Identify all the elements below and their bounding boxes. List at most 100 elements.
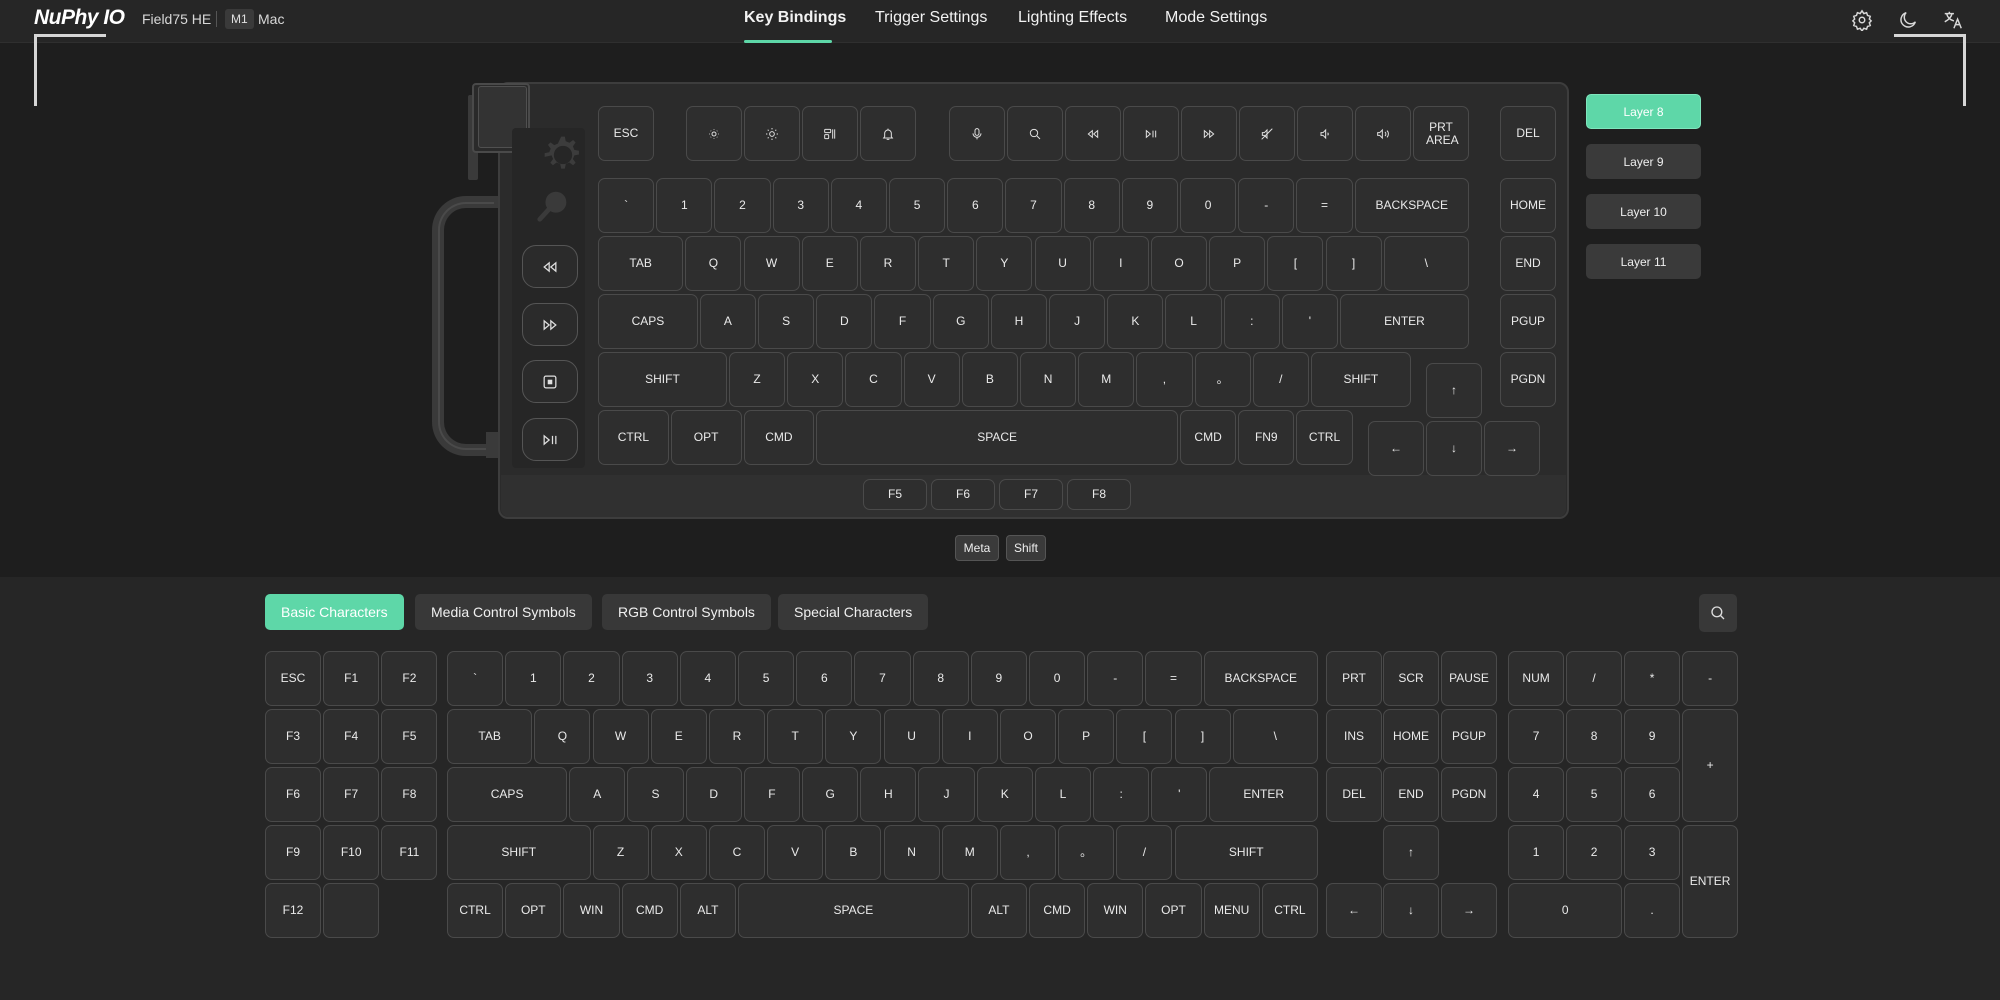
- modifier-meta[interactable]: Meta: [955, 535, 999, 561]
- kbd-mic-key[interactable]: [949, 106, 1005, 161]
- palette-alt-key[interactable]: ALT: [970, 883, 1027, 938]
- palette-prt-key[interactable]: PRT: [1326, 651, 1382, 706]
- kbd-5-key[interactable]: 5: [889, 178, 946, 233]
- palette-backslash-key[interactable]: \: [1232, 709, 1318, 764]
- palette-home-key[interactable]: HOME: [1383, 709, 1439, 764]
- palette-i-key[interactable]: I: [941, 709, 998, 764]
- kbd-ctrl-key[interactable]: CTRL: [598, 410, 669, 465]
- kbd-m-key[interactable]: M: [1078, 352, 1135, 407]
- palette-f6-key[interactable]: F6: [265, 767, 321, 822]
- palette-esc-key[interactable]: ESC: [265, 651, 321, 706]
- palette-shift-key[interactable]: SHIFT: [447, 825, 591, 880]
- palette-x-key[interactable]: X: [650, 825, 707, 880]
- tab-basic-characters[interactable]: Basic Characters: [265, 594, 404, 630]
- kbd-q-key[interactable]: Q: [685, 236, 742, 291]
- kbd-l-key[interactable]: L: [1165, 294, 1222, 349]
- palette-7-key[interactable]: 7: [1508, 709, 1565, 764]
- layer-11-button[interactable]: Layer 11: [1586, 244, 1701, 279]
- palette-e-key[interactable]: E: [650, 709, 707, 764]
- palette-tab-key[interactable]: TAB: [447, 709, 533, 764]
- tab-media-control-symbols[interactable]: Media Control Symbols: [415, 594, 592, 630]
- tab-special-characters[interactable]: Special Characters: [778, 594, 929, 630]
- kbd-z-key[interactable]: Z: [728, 352, 786, 407]
- palette-8-key[interactable]: 8: [1566, 709, 1623, 764]
- palette-opt-key[interactable]: OPT: [505, 883, 562, 938]
- palette-4-key[interactable]: 4: [1508, 767, 1565, 822]
- kbd-shift-key[interactable]: SHIFT: [598, 352, 727, 407]
- palette-h-key[interactable]: H: [860, 767, 917, 822]
- kbd-1-key[interactable]: 1: [656, 178, 713, 233]
- kbd-backtick-key[interactable]: `: [598, 178, 655, 233]
- brand-logo[interactable]: NuPhy IO: [34, 6, 125, 30]
- nav-key-bindings[interactable]: Key Bindings: [744, 9, 846, 27]
- palette-caps-key[interactable]: CAPS: [447, 767, 568, 822]
- palette-s-key[interactable]: S: [627, 767, 684, 822]
- palette-equals-key[interactable]: =: [1145, 651, 1202, 706]
- kbd-up-key[interactable]: ↑: [1426, 363, 1482, 418]
- palette-slash-key[interactable]: /: [1566, 651, 1623, 706]
- palette-6-key[interactable]: 6: [1624, 767, 1681, 822]
- kbd-quote-key[interactable]: ': [1281, 294, 1339, 349]
- palette-v-key[interactable]: V: [767, 825, 824, 880]
- palette-t-key[interactable]: T: [767, 709, 824, 764]
- palette-period-key[interactable]: 。: [1058, 825, 1115, 880]
- palette-ctrl-key[interactable]: CTRL: [447, 883, 504, 938]
- kbd-f6-key[interactable]: F6: [931, 479, 995, 510]
- palette-0-key[interactable]: 0: [1029, 651, 1086, 706]
- side-key-rewind[interactable]: [522, 245, 578, 288]
- palette-slash-key[interactable]: /: [1116, 825, 1173, 880]
- palette-n-key[interactable]: N: [883, 825, 940, 880]
- kbd-opt-key[interactable]: OPT: [670, 410, 742, 465]
- kbd-j-key[interactable]: J: [1049, 294, 1106, 349]
- kbd-right-key[interactable]: →: [1484, 421, 1540, 476]
- palette-backtick-key[interactable]: `: [447, 651, 504, 706]
- kbd-comma-key[interactable]: ,: [1136, 352, 1193, 407]
- kbd-caps-key[interactable]: CAPS: [598, 294, 698, 349]
- palette-dot-key[interactable]: .: [1624, 883, 1681, 938]
- kbd-4-key[interactable]: 4: [830, 178, 887, 233]
- kbd-left-key[interactable]: ←: [1368, 421, 1424, 476]
- kbd-pgdn-key[interactable]: PGDN: [1500, 352, 1556, 407]
- kbd-b-key[interactable]: B: [961, 352, 1018, 407]
- palette-f8-key[interactable]: F8: [381, 767, 438, 822]
- palette-enter-key[interactable]: ENTER: [1682, 825, 1739, 938]
- palette-f3-key[interactable]: F3: [265, 709, 321, 764]
- kbd-task-view-key[interactable]: [802, 106, 858, 161]
- kbd-backslash-key[interactable]: \: [1383, 236, 1469, 291]
- palette-ctrl-key[interactable]: CTRL: [1261, 883, 1318, 938]
- kbd-bell-key[interactable]: [860, 106, 916, 161]
- palette-w-key[interactable]: W: [592, 709, 649, 764]
- palette-num-key[interactable]: NUM: [1508, 651, 1565, 706]
- palette-f7-key[interactable]: F7: [323, 767, 380, 822]
- kbd-del-key[interactable]: DEL: [1500, 106, 1556, 161]
- palette-4-key[interactable]: 4: [679, 651, 736, 706]
- kbd-v-key[interactable]: V: [903, 352, 960, 407]
- kbd-brightness-up-key[interactable]: [744, 106, 800, 161]
- tab-rgb-control-symbols[interactable]: RGB Control Symbols: [602, 594, 771, 630]
- layer-10-button[interactable]: Layer 10: [1586, 194, 1701, 229]
- kbd-esc-key[interactable]: ESC: [598, 106, 654, 161]
- kbd-backspace-key[interactable]: BACKSPACE: [1354, 178, 1469, 233]
- palette-lbracket-key[interactable]: [: [1116, 709, 1173, 764]
- kbd-f8-key[interactable]: F8: [1067, 479, 1131, 510]
- translate-icon[interactable]: [1942, 9, 1964, 31]
- palette-7-key[interactable]: 7: [854, 651, 911, 706]
- kbd-x-key[interactable]: X: [787, 352, 844, 407]
- kbd-cmd-key[interactable]: CMD: [1180, 410, 1237, 465]
- kbd-f5-key[interactable]: F5: [863, 479, 927, 510]
- palette-cmd-key[interactable]: CMD: [1029, 883, 1086, 938]
- palette-c-key[interactable]: C: [708, 825, 766, 880]
- palette-backspace-key[interactable]: BACKSPACE: [1203, 651, 1318, 706]
- side-key-fast-forward[interactable]: [522, 303, 578, 346]
- kbd-p-key[interactable]: P: [1209, 236, 1266, 291]
- palette-3-key[interactable]: 3: [621, 651, 678, 706]
- palette-0-key[interactable]: 0: [1508, 883, 1623, 938]
- palette-j-key[interactable]: J: [918, 767, 975, 822]
- kbd-rewind-key[interactable]: [1065, 106, 1121, 161]
- palette-f12-key[interactable]: F12: [265, 883, 321, 938]
- palette-f1-key[interactable]: F1: [323, 651, 380, 706]
- palette-r-key[interactable]: R: [708, 709, 766, 764]
- kbd-brightness-down-key[interactable]: [686, 106, 742, 161]
- kbd-slash-key[interactable]: /: [1252, 352, 1309, 407]
- kbd-prt-area-key[interactable]: PRT AREA: [1413, 106, 1469, 161]
